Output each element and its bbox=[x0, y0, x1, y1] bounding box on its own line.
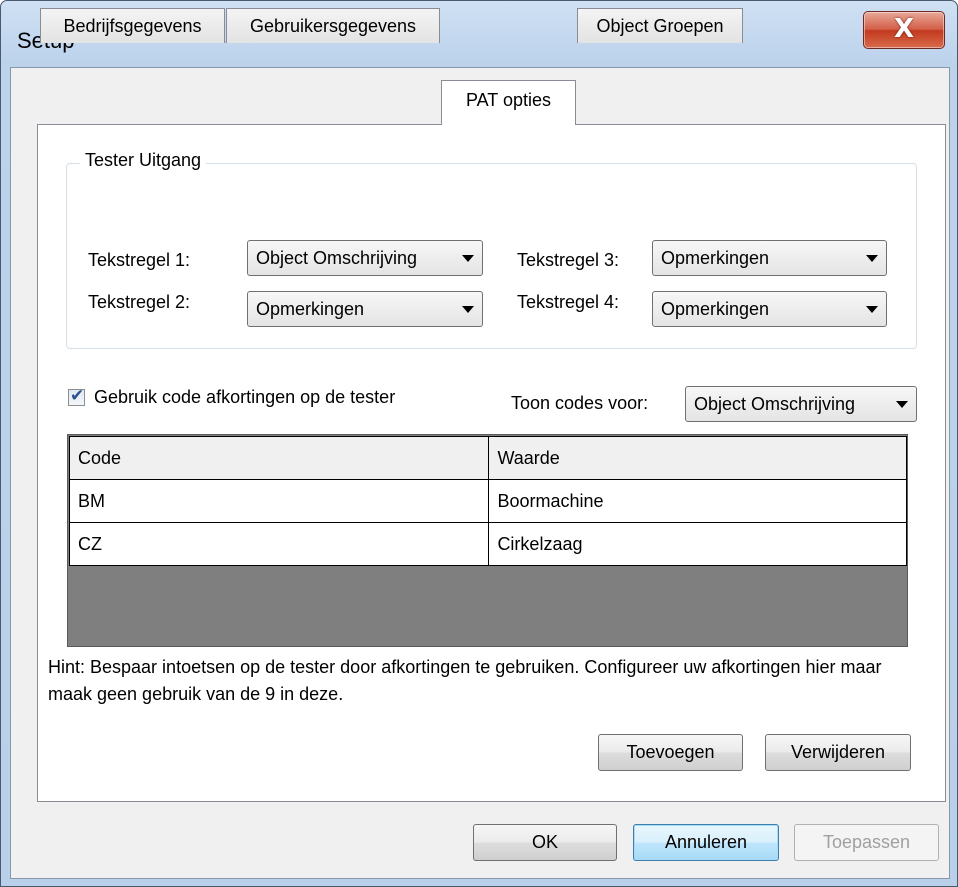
apply-button[interactable]: Toepassen bbox=[794, 824, 939, 861]
close-icon: X bbox=[893, 14, 915, 44]
tekstregel-1-select[interactable]: Object Omschrijving bbox=[247, 240, 483, 276]
cell-code[interactable]: BM bbox=[68, 479, 490, 523]
show-codes-label: Toon codes voor: bbox=[511, 393, 649, 413]
remove-button[interactable]: Verwijderen bbox=[765, 734, 911, 771]
chevron-down-icon bbox=[866, 255, 878, 262]
column-header-waarde[interactable]: Waarde bbox=[488, 436, 907, 480]
tab-pat-opties[interactable]: PAT opties bbox=[441, 80, 576, 125]
cell-code[interactable]: CZ bbox=[68, 522, 490, 566]
use-abbreviations-label[interactable]: Gebruik code afkortingen op de tester bbox=[94, 387, 395, 408]
tab-bedrijfsgegevens[interactable]: Bedrijfsgegevens bbox=[40, 8, 225, 43]
close-button[interactable]: X bbox=[863, 11, 945, 49]
cancel-button[interactable]: Annuleren bbox=[633, 824, 779, 861]
use-abbreviations-checkbox[interactable]: ✔ bbox=[68, 386, 85, 406]
group-title: Tester Uitgang bbox=[80, 150, 207, 171]
grid-header-row: Code Waarde bbox=[68, 436, 907, 480]
table-row[interactable]: BM Boormachine bbox=[68, 479, 907, 523]
chevron-down-icon bbox=[462, 255, 474, 262]
tekstregel-2-label: Tekstregel 2: bbox=[88, 292, 191, 312]
tekstregel-2-select[interactable]: Opmerkingen bbox=[247, 291, 483, 327]
ok-button[interactable]: OK bbox=[473, 824, 617, 861]
select-value: Opmerkingen bbox=[661, 299, 770, 319]
select-value: Object Omschrijving bbox=[694, 394, 856, 414]
tekstregel-1-label: Tekstregel 1: bbox=[88, 250, 191, 270]
chevron-down-icon bbox=[462, 306, 474, 313]
select-value: Opmerkingen bbox=[256, 299, 365, 319]
select-value: Object Omschrijving bbox=[256, 248, 418, 268]
cell-waarde[interactable]: Boormachine bbox=[488, 479, 907, 523]
cell-waarde[interactable]: Cirkelzaag bbox=[488, 522, 907, 566]
chevron-down-icon bbox=[896, 401, 908, 408]
tab-gebruikersgegevens[interactable]: Gebruikersgegevens bbox=[226, 8, 440, 43]
checkmark-icon: ✔ bbox=[70, 386, 85, 406]
hint-text: Hint: Bespaar intoetsen op de tester doo… bbox=[48, 657, 882, 704]
tekstregel-4-label: Tekstregel 4: bbox=[517, 292, 620, 312]
tab-object-groepen[interactable]: Object Groepen bbox=[577, 8, 743, 43]
show-codes-select[interactable]: Object Omschrijving bbox=[685, 386, 917, 422]
table-row[interactable]: CZ Cirkelzaag bbox=[68, 522, 907, 566]
select-value: Opmerkingen bbox=[661, 248, 770, 268]
tekstregel-4-select[interactable]: Opmerkingen bbox=[652, 291, 887, 327]
chevron-down-icon bbox=[866, 306, 878, 313]
add-button[interactable]: Toevoegen bbox=[598, 734, 743, 771]
column-header-code[interactable]: Code bbox=[68, 436, 490, 480]
tekstregel-3-select[interactable]: Opmerkingen bbox=[652, 240, 887, 276]
abbreviations-grid[interactable]: Code Waarde BM Boormachine CZ Cirkelzaag bbox=[67, 434, 908, 647]
tekstregel-3-label: Tekstregel 3: bbox=[517, 250, 620, 270]
